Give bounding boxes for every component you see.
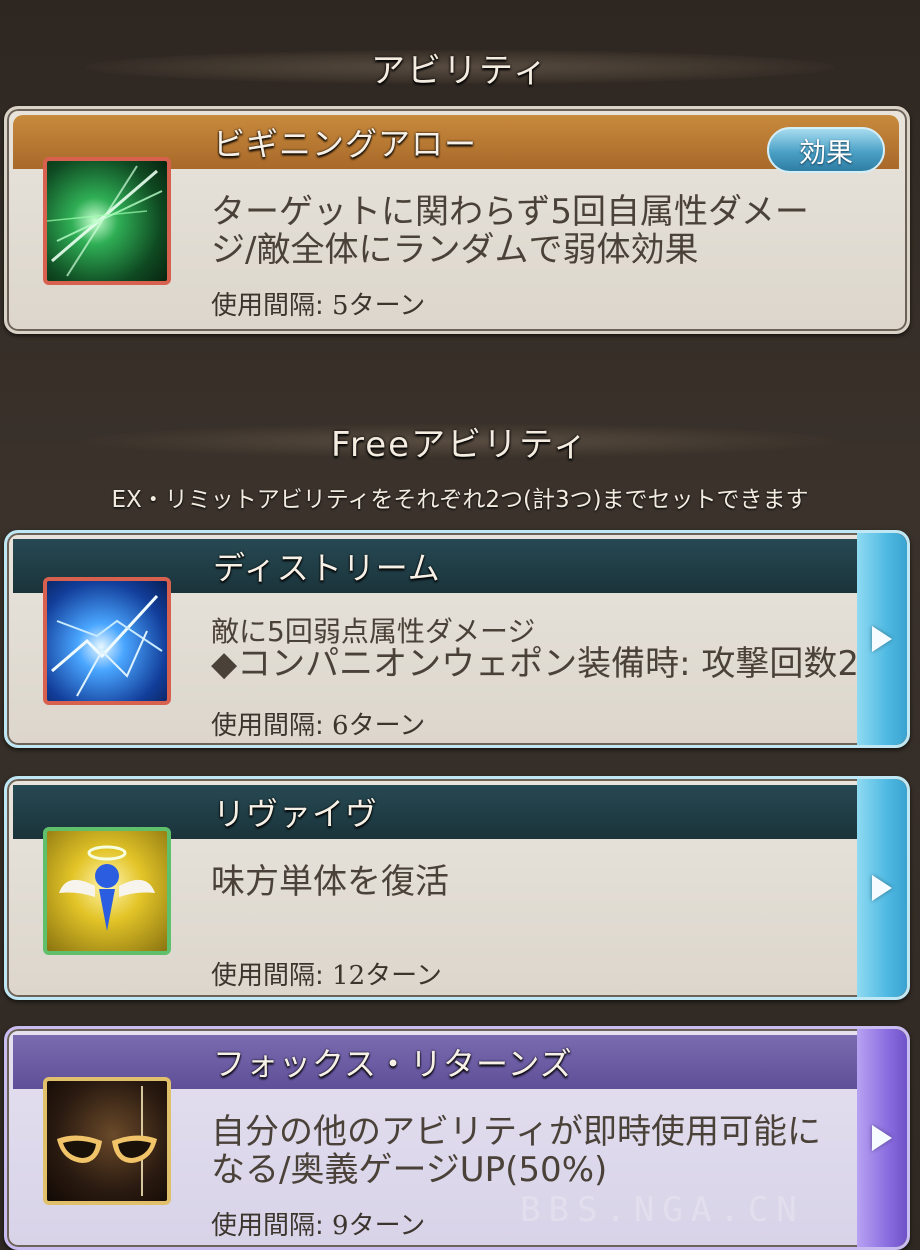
description-line-2: なる/奥義ゲージUP(50%)	[211, 1150, 608, 1190]
ability-card-beginning-arrow[interactable]: ビギニングアロー 効果 ターゲットに関わらず5回自属性ダメー ジ/敵全体にランダ…	[4, 106, 910, 334]
interval-value: 9ターン	[332, 1211, 426, 1241]
free-section-header: Freeアビリティ	[0, 416, 920, 466]
open-detail-tab[interactable]	[857, 779, 907, 997]
description-line-1: ターゲットに関わらず5回自属性ダメー	[211, 192, 809, 232]
free-ability-note: EX・リミットアビリティをそれぞれ2つ(計3つ)までセットできます	[111, 487, 809, 513]
revive-skill-icon	[43, 827, 171, 955]
arrow-skill-icon	[43, 157, 171, 285]
lightning-skill-icon	[43, 577, 171, 705]
ability-interval: 使用間隔: 12ターン	[211, 955, 442, 992]
interval-label: 使用間隔:	[211, 711, 324, 741]
ability-description: ターゲットに関わらず5回自属性ダメー ジ/敵全体にランダムで弱体効果	[211, 193, 809, 269]
description-line-2: ジ/敵全体にランダムで弱体効果	[211, 230, 699, 270]
open-detail-tab[interactable]	[857, 1029, 907, 1247]
interval-value: 12ターン	[332, 961, 442, 991]
companion-weapon-note: ◆コンパニオンウェポン装備時: 攻撃回数2倍	[211, 644, 894, 684]
abilities-section-header: アビリティ	[0, 42, 920, 92]
fox-skill-icon	[43, 1077, 171, 1205]
sunglasses-icon	[57, 1086, 157, 1196]
description-line-1: 自分の他のアビリティが即時使用可能に	[211, 1112, 821, 1152]
interval-value: 5ターン	[332, 291, 426, 321]
arrow-streaks-icon	[46, 165, 163, 277]
ability-name: リヴァイヴ	[213, 795, 379, 833]
interval-value: 6ターン	[332, 711, 426, 741]
ability-description: 自分の他のアビリティが即時使用可能に なる/奥義ゲージUP(50%)	[211, 1113, 821, 1189]
angel-halo-icon	[59, 845, 155, 931]
interval-label: 使用間隔:	[211, 291, 324, 321]
open-detail-tab[interactable]	[857, 533, 907, 745]
ability-name: ビギニングアロー	[213, 125, 478, 163]
ability-interval: 使用間隔: 5ターン	[211, 285, 425, 322]
ability-name: ディストリーム	[213, 549, 441, 587]
effect-button[interactable]: 効果	[767, 127, 885, 173]
abilities-section-title: アビリティ	[371, 50, 549, 91]
free-section-title: Freeアビリティ	[330, 424, 590, 465]
ability-interval: 使用間隔: 6ターン	[211, 705, 425, 742]
watermark-text: BBS.NGA.CN	[520, 1190, 805, 1230]
chevron-right-icon	[872, 626, 892, 652]
chevron-right-icon	[872, 1125, 892, 1151]
free-ability-card-revive[interactable]: リヴァイヴ 味方単体を復活 使用間隔: 12ターン	[4, 776, 910, 1000]
interval-label: 使用間隔:	[211, 1211, 324, 1241]
ability-description: 味方単体を復活	[211, 862, 449, 902]
lightning-streaks-icon	[51, 594, 163, 697]
chevron-right-icon	[872, 875, 892, 901]
free-ability-card-distream[interactable]: ディストリーム 敵に5回弱点属性ダメージ ◆コンパニオンウェポン装備時: 攻撃回…	[4, 530, 910, 748]
ability-interval: 使用間隔: 9ターン	[211, 1205, 425, 1242]
interval-label: 使用間隔:	[211, 961, 324, 991]
ability-name: フォックス・リターンズ	[213, 1045, 573, 1083]
